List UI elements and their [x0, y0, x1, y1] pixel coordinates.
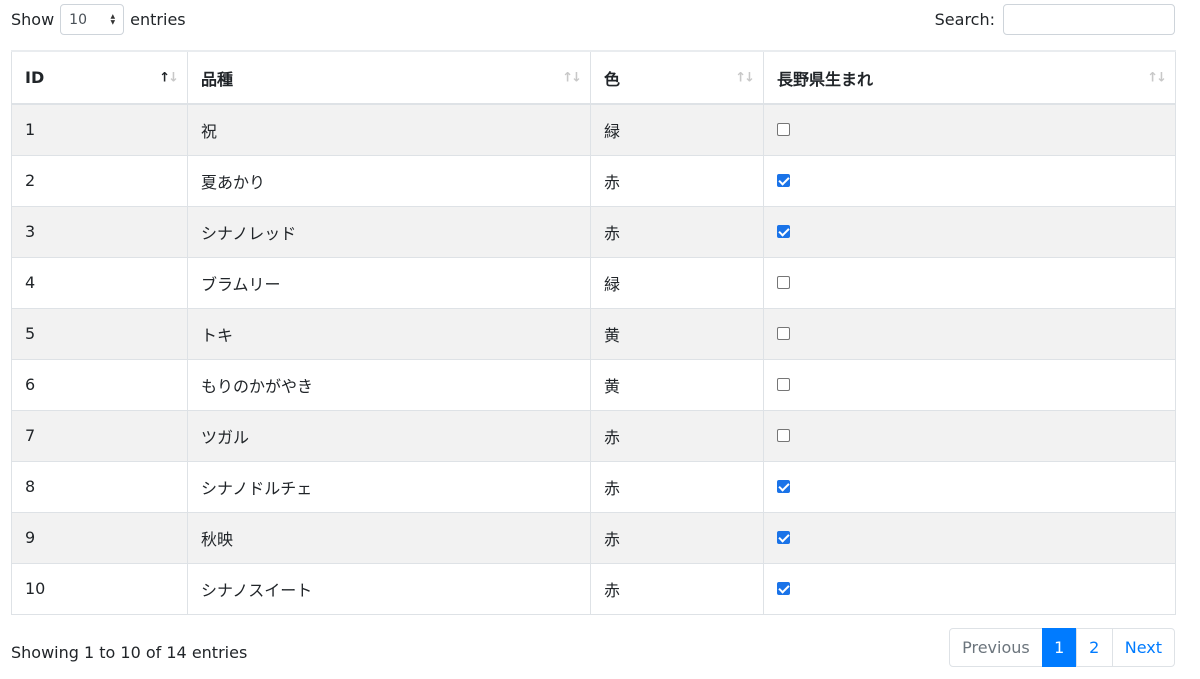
cell-variety: 夏あかり	[187, 154, 591, 207]
cell-color: 赤	[590, 562, 764, 615]
cell-nagano-born	[763, 307, 1176, 360]
column-header-variety[interactable]: 品種 ↑↓	[187, 50, 591, 105]
cell-id: 9	[11, 511, 188, 564]
entries-length-select[interactable]: 10 ▲ ▼	[60, 4, 125, 35]
column-header-label: ID	[25, 68, 45, 87]
cell-variety: トキ	[187, 307, 591, 360]
next-page-button[interactable]: Next	[1111, 628, 1175, 667]
cell-nagano-born	[763, 511, 1176, 564]
page-button-1[interactable]: 1	[1041, 628, 1077, 667]
table-row: 2 夏あかり赤	[11, 154, 1176, 207]
cell-id: 5	[11, 307, 188, 360]
sort-both-icon: ↑↓	[562, 70, 582, 85]
cell-variety: シナノスイート	[187, 562, 591, 615]
data-table: ID ↑↓ 品種 ↑↓ 色 ↑↓ 長野県生まれ ↑↓ 1 祝緑 2 夏あかり赤 3 シナノ…	[11, 50, 1176, 615]
checked-checkbox[interactable]	[777, 480, 790, 493]
table-row: 5 トキ黄	[11, 307, 1176, 360]
table-row: 10 シナノスイート赤	[11, 562, 1176, 615]
column-header-color[interactable]: 色 ↑↓	[590, 50, 764, 105]
cell-variety: シナノドルチェ	[187, 460, 591, 513]
column-header-label: 品種	[201, 69, 234, 89]
cell-id: 2	[11, 154, 188, 207]
cell-color: 黄	[590, 358, 764, 411]
cell-color: 赤	[590, 460, 764, 513]
cell-id: 7	[11, 409, 188, 462]
table-info-text: Showing 1 to 10 of 14 entries	[11, 643, 248, 662]
cell-id: 6	[11, 358, 188, 411]
cell-variety: 秋映	[187, 511, 591, 564]
cell-variety: シナノレッド	[187, 205, 591, 258]
select-updown-icon: ▲ ▼	[110, 12, 116, 26]
checked-checkbox[interactable]	[777, 174, 790, 187]
cell-color: 赤	[590, 154, 764, 207]
sort-both-icon: ↑↓	[735, 70, 755, 85]
cell-variety: もりのかがやき	[187, 358, 591, 411]
page-button-2[interactable]: 2	[1075, 628, 1113, 667]
unchecked-checkbox[interactable]	[777, 378, 790, 391]
sort-both-icon: ↑↓	[1147, 70, 1167, 85]
pagination: Previous 1 2 Next	[949, 628, 1175, 667]
cell-color: 緑	[590, 256, 764, 309]
sort-ascending-icon: ↑↓	[159, 70, 179, 85]
cell-nagano-born	[763, 409, 1176, 462]
cell-color: 緑	[590, 103, 764, 156]
table-row: 7 ツガル赤	[11, 409, 1176, 462]
table-row: 8 シナノドルチェ赤	[11, 460, 1176, 513]
column-header-id[interactable]: ID ↑↓	[11, 50, 188, 105]
search-control: Search:	[935, 4, 1175, 35]
cell-nagano-born	[763, 154, 1176, 207]
entries-length-control: Show 10 ▲ ▼ entries	[11, 4, 186, 35]
cell-variety: 祝	[187, 103, 591, 156]
datatable-page: Show 10 ▲ ▼ entries Search: ID ↑↓ 品種 ↑↓ …	[0, 0, 1200, 679]
cell-color: 黄	[590, 307, 764, 360]
cell-id: 10	[11, 562, 188, 615]
cell-color: 赤	[590, 205, 764, 258]
checked-checkbox[interactable]	[777, 582, 790, 595]
column-header-label: 色	[604, 69, 621, 89]
table-row: 6 もりのかがやき黄	[11, 358, 1176, 411]
table-header-row: ID ↑↓ 品種 ↑↓ 色 ↑↓ 長野県生まれ ↑↓	[11, 50, 1176, 105]
column-header-nagano-born[interactable]: 長野県生まれ ↑↓	[763, 50, 1176, 105]
cell-nagano-born	[763, 205, 1176, 258]
cell-id: 8	[11, 460, 188, 513]
unchecked-checkbox[interactable]	[777, 276, 790, 289]
table-row: 3 シナノレッド赤	[11, 205, 1176, 258]
previous-page-button[interactable]: Previous	[949, 628, 1043, 667]
table-body: 1 祝緑 2 夏あかり赤 3 シナノレッド赤 4 ブラムリー緑 5 トキ黄 6 もりのかがやき黄 7 ツガ…	[11, 103, 1176, 615]
show-label: Show	[11, 10, 55, 29]
cell-id: 4	[11, 256, 188, 309]
cell-nagano-born	[763, 460, 1176, 513]
unchecked-checkbox[interactable]	[777, 123, 790, 137]
column-header-label: 長野県生まれ	[777, 69, 874, 89]
cell-color: 赤	[590, 511, 764, 564]
cell-variety: ブラムリー	[187, 256, 591, 309]
unchecked-checkbox[interactable]	[777, 429, 790, 442]
cell-nagano-born	[763, 256, 1176, 309]
entries-label: entries	[130, 10, 186, 29]
cell-variety: ツガル	[187, 409, 591, 462]
search-label: Search:	[934, 10, 995, 29]
table-row: 4 ブラムリー緑	[11, 256, 1176, 309]
cell-id: 3	[11, 205, 188, 258]
cell-nagano-born	[763, 103, 1176, 156]
table-row: 9 秋映赤	[11, 511, 1176, 564]
checked-checkbox[interactable]	[777, 225, 790, 238]
entries-length-value: 10	[69, 11, 87, 28]
cell-id: 1	[11, 103, 188, 156]
search-input[interactable]	[1003, 4, 1175, 35]
cell-nagano-born	[763, 562, 1176, 615]
cell-nagano-born	[763, 358, 1176, 411]
unchecked-checkbox[interactable]	[777, 327, 790, 340]
table-row: 1祝緑	[11, 103, 1176, 156]
checked-checkbox[interactable]	[777, 531, 790, 544]
cell-color: 赤	[590, 409, 764, 462]
